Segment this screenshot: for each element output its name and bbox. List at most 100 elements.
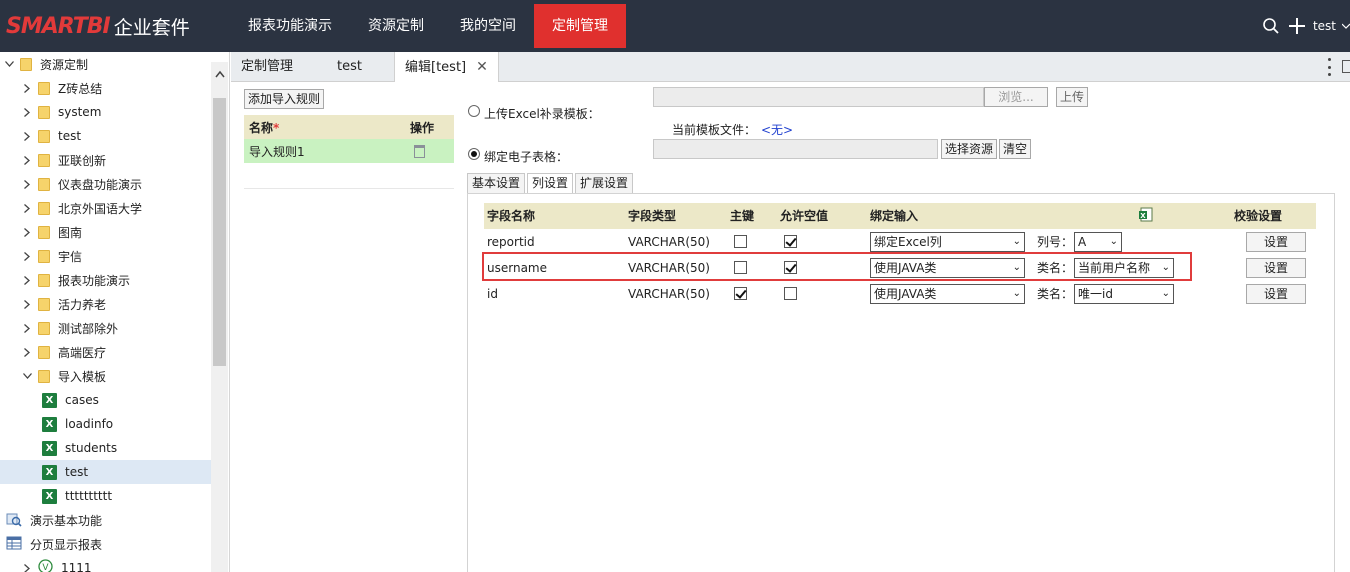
tree-item[interactable]: 亚联创新 — [0, 148, 211, 172]
user-menu[interactable]: test — [1313, 19, 1336, 33]
chevron-right-icon[interactable] — [22, 251, 32, 261]
chevron-right-icon[interactable] — [22, 299, 32, 309]
tree-item[interactable]: test — [0, 124, 211, 148]
primary-key-checkbox[interactable] — [734, 261, 747, 274]
primary-key-checkbox[interactable] — [734, 287, 747, 300]
scroll-thumb[interactable] — [213, 98, 226, 366]
column-table: 字段名称 字段类型 主键 允许空值 绑定输入 X 校验设置 reportid VA… — [484, 203, 1316, 307]
browse-button[interactable]: 浏览... — [984, 87, 1048, 107]
bind-input-select[interactable]: 绑定Excel列 ⌄ — [870, 232, 1025, 252]
bind-spreadsheet-radio[interactable] — [468, 148, 480, 160]
extra-value-select[interactable]: 当前用户名称 ⌄ — [1074, 258, 1174, 278]
nav-item-resource-custom[interactable]: 资源定制 — [350, 0, 442, 52]
tab-basic-settings[interactable]: 基本设置 — [467, 173, 526, 194]
tree-item[interactable]: 测试部除外 — [0, 316, 211, 340]
tree-item-label: cases — [65, 393, 99, 407]
extra-label: 列号： — [1037, 235, 1074, 249]
tree-item[interactable]: 图南 — [0, 220, 211, 244]
resource-tree: 资源定制 Z砖总结 system test 亚联创新 仪表盘功能演示 北京外国语大学 图南宇信… — [0, 52, 230, 572]
search-icon[interactable] — [1261, 16, 1281, 36]
tree-scrollbar[interactable] — [211, 62, 228, 572]
tree-item[interactable]: 活力养老 — [0, 292, 211, 316]
chevron-right-icon[interactable] — [22, 323, 32, 333]
chevron-right-icon[interactable] — [22, 179, 32, 189]
extra-value-select[interactable]: 唯一id ⌄ — [1074, 284, 1174, 304]
header-field-type: 字段类型 — [628, 209, 677, 223]
tab-column-settings[interactable]: 列设置 — [527, 173, 574, 194]
bind-input-value: 使用JAVA类 — [874, 261, 937, 275]
nullable-checkbox[interactable] — [784, 287, 797, 300]
chevron-right-icon[interactable] — [22, 563, 32, 572]
tree-item-label: Z砖总结 — [58, 81, 103, 96]
tree-item[interactable]: Xloadinfo — [0, 412, 211, 436]
settings-tabs: 基本设置 列设置 扩展设置 — [467, 173, 635, 194]
tab-edit-test[interactable]: 编辑[test] ✕ — [394, 52, 499, 82]
tree-item[interactable]: 分页显示报表 — [0, 532, 211, 556]
tree-item[interactable]: 报表功能演示 — [0, 268, 211, 292]
validation-settings-button[interactable]: 设置 — [1246, 232, 1306, 252]
tab-extended-settings[interactable]: 扩展设置 — [575, 173, 634, 194]
tree-item-label: 高端医疗 — [58, 345, 107, 360]
chevron-right-icon[interactable] — [22, 107, 32, 117]
chevron-down-icon[interactable] — [4, 59, 14, 69]
trash-icon[interactable] — [404, 144, 454, 158]
nav-item-report-demo[interactable]: 报表功能演示 — [230, 0, 350, 52]
table-row[interactable]: 导入规则1 — [244, 139, 454, 163]
tab-custom-manage[interactable]: 定制管理 — [231, 52, 303, 82]
primary-key-checkbox[interactable] — [734, 235, 747, 248]
tab-bar: 定制管理 test 编辑[test] ✕ — [231, 52, 1350, 82]
tree-item[interactable]: Xstudents — [0, 436, 211, 460]
upload-excel-radio[interactable] — [468, 105, 480, 117]
tree-item-label: 分页显示报表 — [30, 537, 103, 552]
folder-icon — [38, 369, 50, 383]
tree-item[interactable]: Xtest — [0, 460, 211, 484]
folder-icon — [38, 225, 50, 239]
extra-value-select[interactable]: A ⌄ — [1074, 232, 1122, 252]
chevron-right-icon[interactable] — [22, 131, 32, 141]
chevron-right-icon[interactable] — [22, 275, 32, 285]
bind-input-select[interactable]: 使用JAVA类 ⌄ — [870, 258, 1025, 278]
tree-item[interactable]: 演示基本功能 — [0, 508, 211, 532]
tree-item[interactable]: 仪表盘功能演示 — [0, 172, 211, 196]
maximize-icon[interactable] — [1342, 60, 1350, 73]
nullable-checkbox[interactable] — [784, 261, 797, 274]
chevron-right-icon[interactable] — [22, 347, 32, 357]
clear-button[interactable]: 清空 — [999, 139, 1032, 159]
upload-path-field[interactable] — [653, 87, 984, 107]
nullable-checkbox[interactable] — [784, 235, 797, 248]
scroll-up-icon[interactable] — [213, 68, 226, 80]
tree-item[interactable]: Z砖总结 — [0, 76, 211, 100]
excel-icon[interactable]: X — [1138, 207, 1154, 223]
close-icon[interactable]: ✕ — [476, 59, 488, 75]
tree-item[interactable]: 资源定制 — [0, 52, 211, 76]
add-import-rule-button[interactable]: 添加导入规则 — [244, 89, 325, 109]
plus-icon[interactable] — [1287, 16, 1307, 36]
chevron-down-icon[interactable] — [22, 371, 32, 381]
tree-item-label: 宇信 — [58, 249, 83, 264]
nav-item-my-space[interactable]: 我的空间 — [442, 0, 534, 52]
chevron-right-icon[interactable] — [22, 83, 32, 93]
chevron-right-icon[interactable] — [22, 227, 32, 237]
chevron-down-icon[interactable] — [1342, 19, 1350, 33]
tree-item[interactable]: 高端医疗 — [0, 340, 211, 364]
select-resource-button[interactable]: 选择资源 — [941, 139, 998, 159]
chevron-right-icon[interactable] — [22, 155, 32, 165]
tree-item[interactable]: Xtttttttttt — [0, 484, 211, 508]
upload-button[interactable]: 上传 — [1056, 87, 1089, 107]
tree-item[interactable]: 导入模板 — [0, 364, 211, 388]
tree-item[interactable]: 宇信 — [0, 244, 211, 268]
nav-item-custom-manage[interactable]: 定制管理 — [534, 4, 626, 48]
chevron-right-icon[interactable] — [22, 203, 32, 213]
bind-input-select[interactable]: 使用JAVA类 ⌄ — [870, 284, 1025, 304]
tree-item[interactable]: system — [0, 100, 211, 124]
tree-item-label: 导入模板 — [58, 369, 107, 384]
rule-table: 名称* 操作 导入规则1 — [244, 115, 454, 189]
tree-item[interactable]: Xcases — [0, 388, 211, 412]
tree-item[interactable]: V 1111 — [0, 556, 211, 572]
bind-resource-field[interactable] — [653, 139, 938, 159]
tree-item[interactable]: 北京外国语大学 — [0, 196, 211, 220]
validation-settings-button[interactable]: 设置 — [1246, 258, 1306, 278]
tab-test[interactable]: test — [327, 52, 372, 82]
more-vertical-icon[interactable] — [1326, 58, 1332, 76]
validation-settings-button[interactable]: 设置 — [1246, 284, 1306, 304]
